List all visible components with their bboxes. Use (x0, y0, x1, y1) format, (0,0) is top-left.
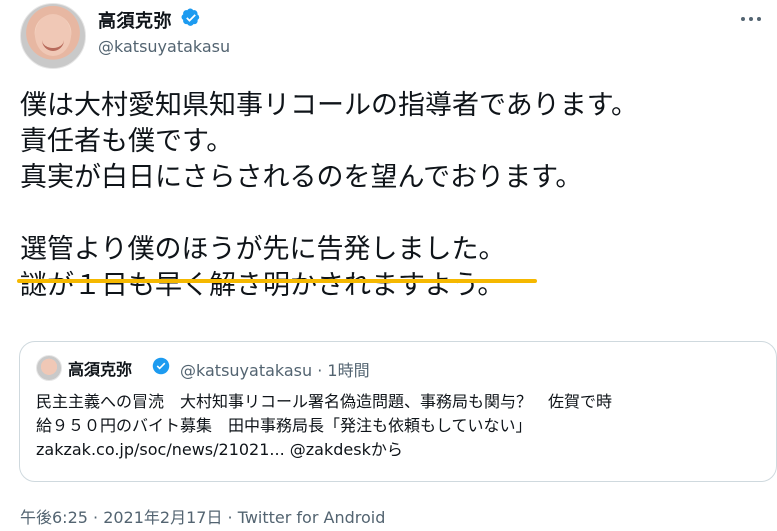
author-avatar[interactable] (20, 3, 86, 69)
tweet-text: 僕は大村愛知県知事リコールの指導者であります。 責任者も僕です。 真実が白日にさ… (20, 88, 760, 304)
more-dot (757, 17, 761, 21)
quoted-time[interactable]: · 1時間 (317, 361, 369, 380)
more-dot (741, 17, 745, 21)
verified-badge-icon (152, 357, 170, 375)
author-handle[interactable]: @katsuyatakasu (98, 37, 230, 56)
tweet-line: 僕は大村愛知県知事リコールの指導者であります。 (20, 90, 639, 121)
quoted-author-name[interactable]: 高須克弥 (68, 356, 132, 380)
tweet-line: 真実が白日にさらされるのを望んでおります。 (20, 162, 583, 193)
tweet-line: 謎が１日も早く解き明かされますよう。 (20, 270, 505, 301)
tweet-line-highlighted: 選管より僕のほうが先に告発しました。 (20, 234, 506, 265)
author-name[interactable]: 高須克弥 (98, 7, 172, 33)
quoted-avatar[interactable] (36, 355, 62, 381)
quoted-meta: @katsuyatakasu · 1時間 (180, 357, 370, 381)
more-icon[interactable] (741, 11, 771, 27)
quoted-handle[interactable]: @katsuyatakasu (180, 361, 312, 380)
quoted-link-line[interactable]: zakzak.co.jp/soc/news/21021... @zakdeskか… (36, 438, 766, 462)
verified-badge-icon (181, 8, 200, 26)
quoted-tweet[interactable]: 高須克弥 @katsuyatakasu · 1時間 民主主義への冒涜 大村知事リ… (19, 341, 777, 482)
highlight-underline (17, 279, 537, 283)
quoted-text: 民主主義への冒涜 大村知事リコール署名偽造問題、事務局も関与？ 佐賀で時 給９５… (36, 390, 766, 462)
more-dot (749, 17, 753, 21)
quoted-text-line: 給９５０円のバイト募集 田中事務局長「発注も依頼もしていない」 (36, 416, 532, 435)
tweet-timestamp-source[interactable]: 午後6:25 · 2021年2月17日 · Twitter for Androi… (20, 504, 385, 528)
quoted-text-line: 民主主義への冒涜 大村知事リコール署名偽造問題、事務局も関与？ 佐賀で時 (36, 392, 613, 411)
tweet-line: 責任者も僕です。 (20, 126, 234, 157)
